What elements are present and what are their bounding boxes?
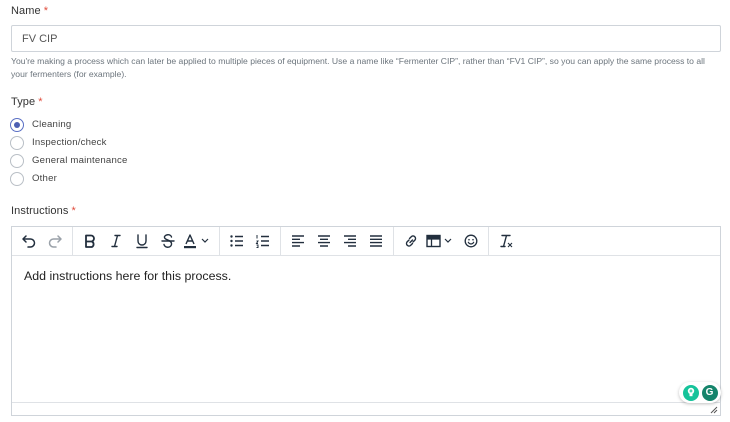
name-label: Name * — [11, 5, 48, 17]
strikethrough-icon[interactable] — [155, 229, 181, 253]
radio-label: Cleaning — [32, 119, 72, 130]
italic-icon[interactable] — [103, 229, 129, 253]
required-mark: * — [43, 5, 49, 17]
editor-content-area[interactable]: Add instructions here for this process. — [12, 257, 720, 403]
resize-handle-icon[interactable] — [709, 405, 718, 414]
radio-option-cleaning[interactable]: Cleaning — [10, 117, 71, 132]
instructions-label: Instructions * — [11, 205, 76, 217]
name-help-text: You're making a process which can later … — [11, 56, 705, 79]
clear-group — [489, 227, 523, 256]
radio-button[interactable] — [10, 135, 24, 150]
name-input[interactable] — [11, 25, 721, 52]
alignment-group — [281, 226, 394, 256]
radio-label: Other — [32, 173, 57, 184]
list-group — [220, 226, 281, 256]
link-icon[interactable] — [398, 229, 424, 253]
underline-icon[interactable] — [129, 229, 155, 253]
radio-option-other[interactable]: Other — [10, 171, 57, 186]
align-center-icon[interactable] — [311, 229, 337, 253]
grammarly-widget[interactable]: G — [679, 382, 721, 403]
clear-formatting-icon[interactable] — [493, 229, 519, 253]
editor-placeholder-text: Add instructions here for this process. — [24, 269, 232, 283]
radio-option-general-maintenance[interactable]: General maintenance — [10, 153, 128, 168]
radio-button[interactable] — [10, 171, 24, 186]
emoji-icon[interactable] — [458, 229, 484, 253]
justify-icon[interactable] — [363, 229, 389, 253]
required-mark: * — [38, 96, 43, 108]
bold-icon[interactable] — [77, 229, 103, 253]
numbered-list-icon[interactable] — [250, 229, 276, 253]
table-icon[interactable] — [424, 229, 458, 253]
bullet-list-icon[interactable] — [224, 229, 250, 253]
undo-icon[interactable] — [16, 229, 42, 253]
rich-text-editor: Add instructions here for this process. — [11, 226, 721, 416]
format-group — [73, 226, 220, 256]
history-group — [12, 226, 73, 256]
align-right-icon[interactable] — [337, 229, 363, 253]
lightbulb-icon[interactable] — [682, 384, 699, 401]
type-label: Type * — [11, 96, 43, 108]
instructions-label-text: Instructions — [11, 205, 69, 217]
align-left-icon[interactable] — [285, 229, 311, 253]
radio-button[interactable] — [10, 153, 24, 168]
grammarly-logo-icon[interactable]: G — [701, 384, 718, 401]
radio-label: Inspection/check — [32, 137, 107, 148]
text-color-icon[interactable] — [181, 229, 215, 253]
editor-statusbar — [12, 402, 720, 415]
name-label-text: Name — [11, 5, 41, 17]
radio-button-checked[interactable] — [10, 117, 24, 132]
grammarly-logo-letter: G — [705, 387, 714, 398]
radio-label: General maintenance — [32, 155, 128, 166]
redo-icon[interactable] — [42, 229, 68, 253]
editor-toolbar — [12, 226, 720, 256]
type-label-text: Type — [11, 96, 36, 108]
radio-option-inspection[interactable]: Inspection/check — [10, 135, 107, 150]
insert-group — [394, 226, 489, 256]
required-mark: * — [71, 205, 76, 217]
